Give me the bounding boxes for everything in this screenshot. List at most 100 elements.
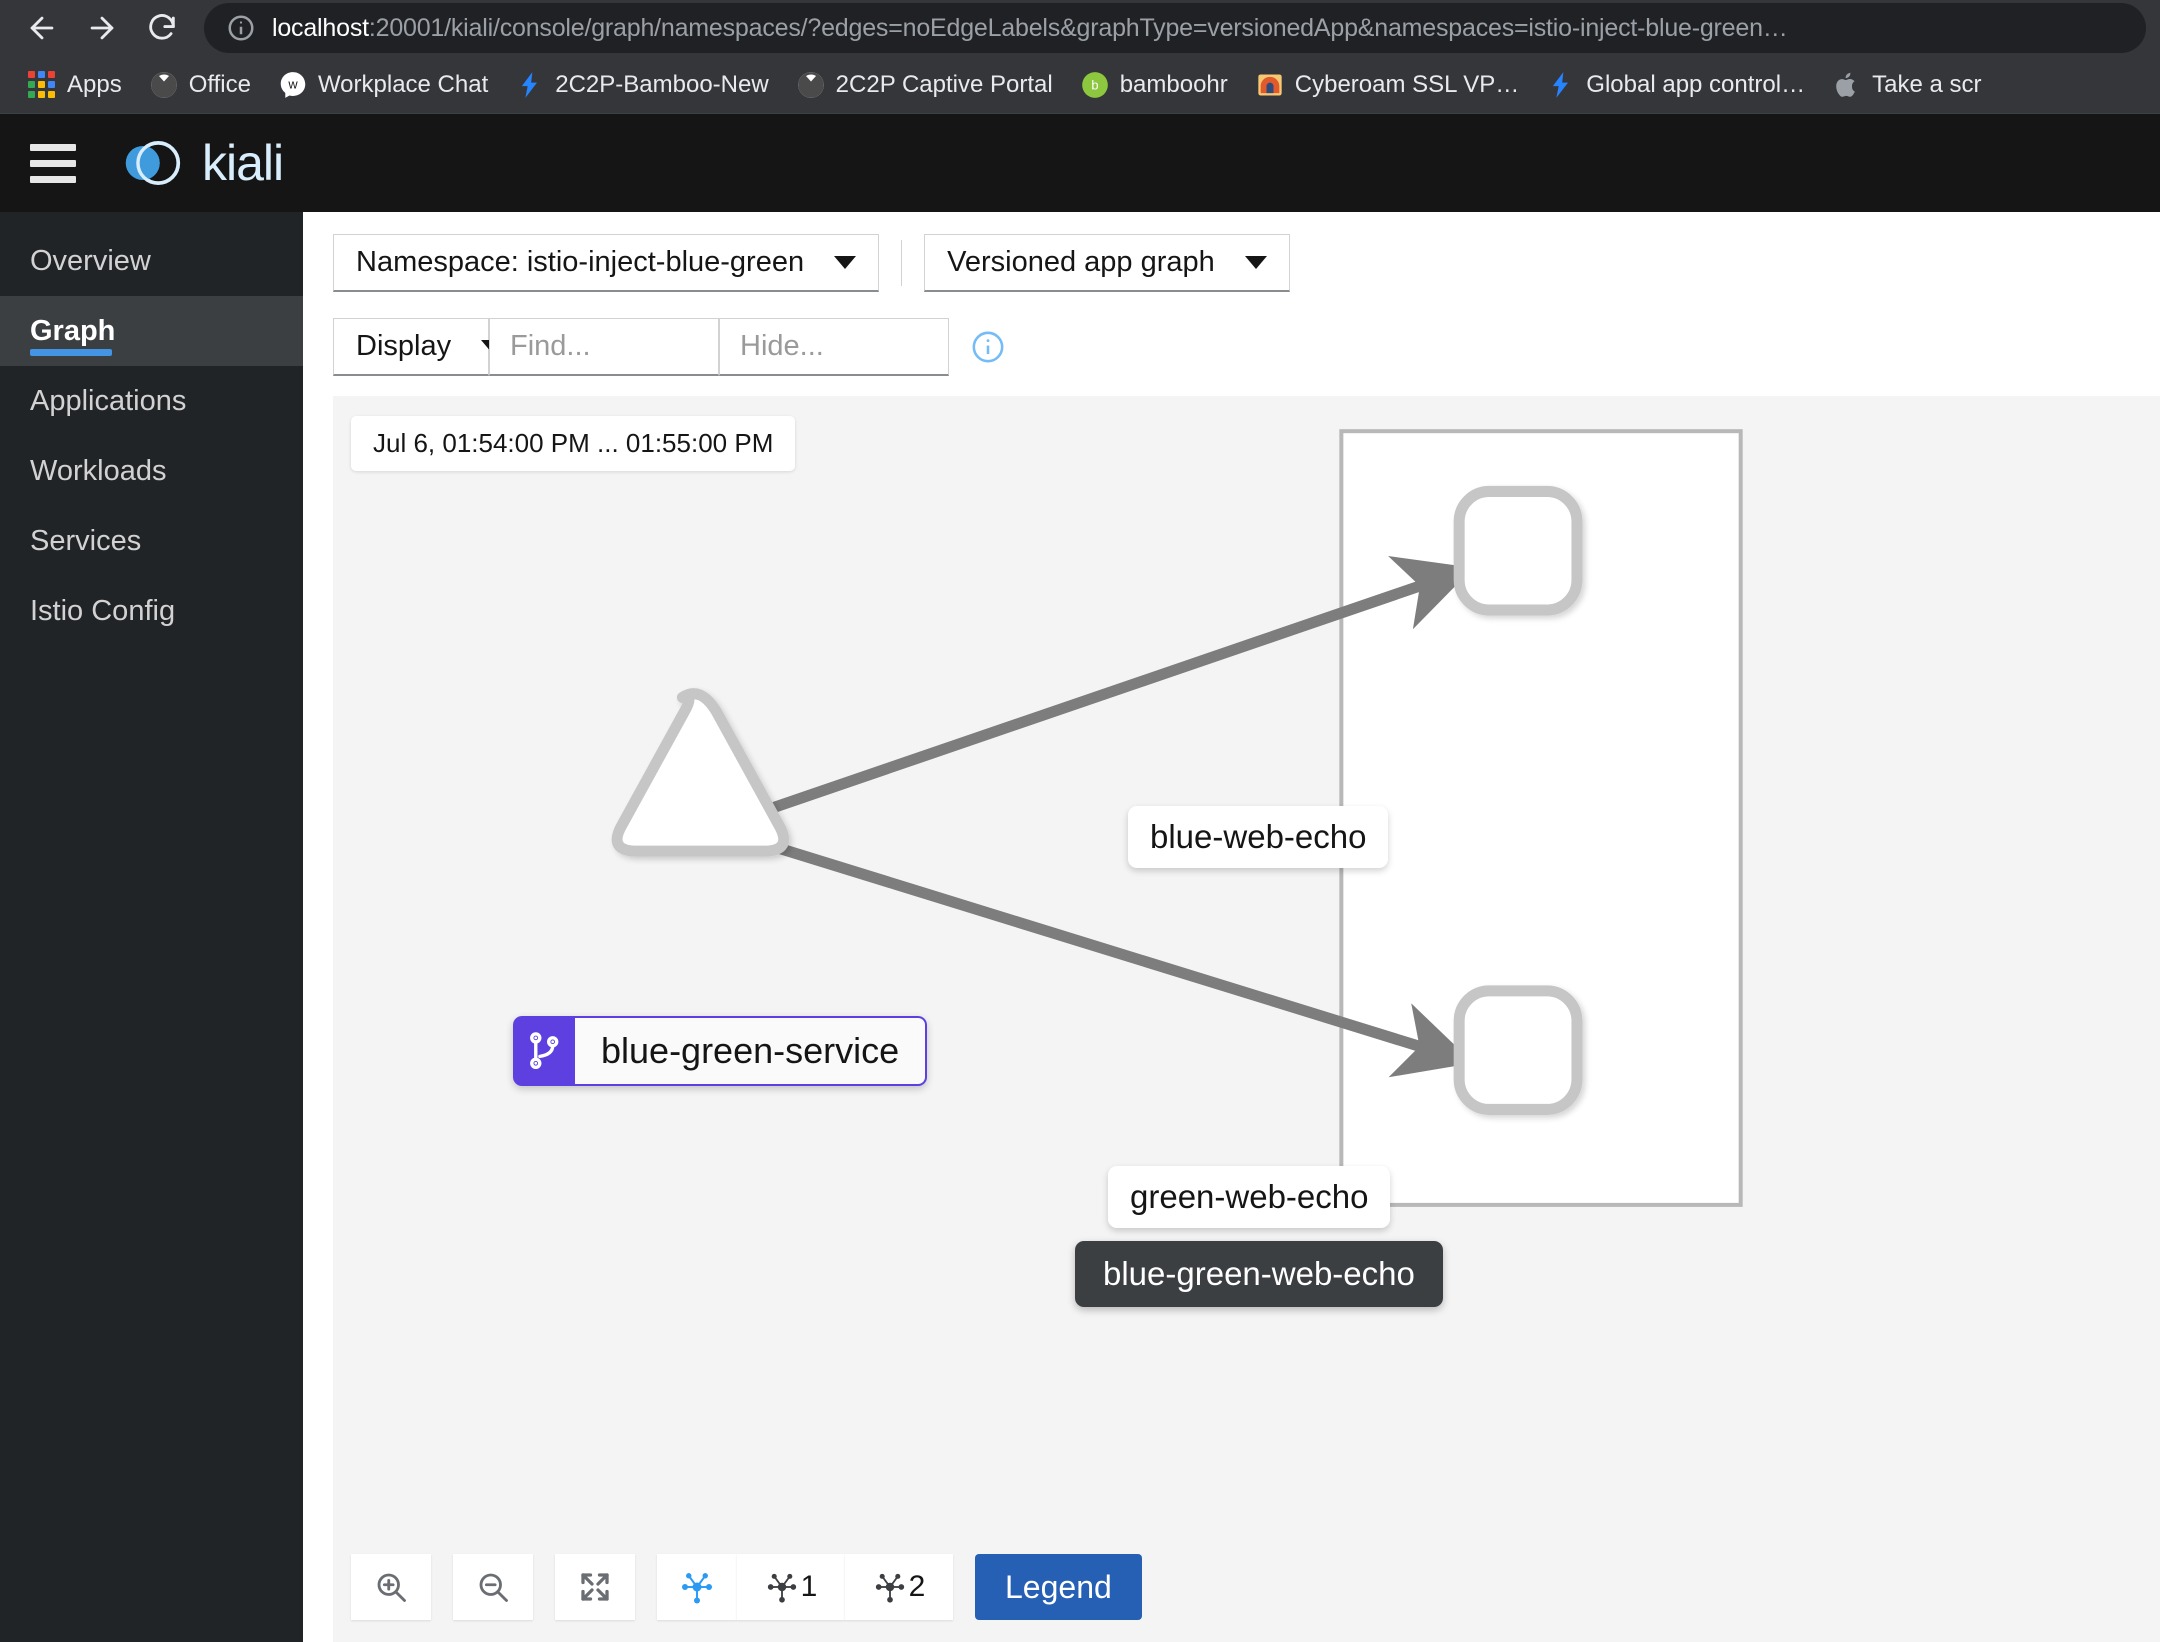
namespace-select-label: Namespace: istio-inject-blue-green <box>356 246 804 279</box>
layout-1-button[interactable]: 1 <box>737 1554 845 1620</box>
graph-type-select-label: Versioned app graph <box>947 246 1215 279</box>
graph-node-label-blue-green-service[interactable]: blue-green-service <box>513 1016 927 1086</box>
bookmark-label: 2C2P Captive Portal <box>836 71 1053 99</box>
bookmark-office[interactable]: Office <box>136 65 265 105</box>
sidebar-item-workloads[interactable]: Workloads <box>0 436 303 506</box>
fit-to-screen-button[interactable] <box>555 1554 635 1620</box>
hamburger-icon[interactable] <box>30 144 76 183</box>
sidebar-item-services[interactable]: Services <box>0 506 303 576</box>
bookmark-cyberoam-ssl-vpn[interactable]: Cyberoam SSL VP… <box>1242 65 1534 105</box>
bookmark-label: Cyberoam SSL VP… <box>1295 71 1520 99</box>
sidebar-item-applications[interactable]: Applications <box>0 366 303 436</box>
bookmark-label: Global app control… <box>1586 71 1805 99</box>
page-body: Overview Graph Applications Workloads Se… <box>0 212 2160 1642</box>
zoom-out-icon <box>475 1569 511 1605</box>
find-input-wrap[interactable] <box>489 318 719 376</box>
hide-input[interactable] <box>740 330 928 363</box>
graph-canvas[interactable]: Jul 6, 01:54:00 PM ... 01:55:00 PM <box>333 396 2160 1642</box>
reload-icon[interactable] <box>134 4 190 52</box>
url-text: localhost:20001/kiali/console/graph/name… <box>272 14 1788 43</box>
hide-input-wrap[interactable] <box>719 318 949 376</box>
url-host: localhost <box>272 14 369 42</box>
browser-chrome: localhost:20001/kiali/console/graph/name… <box>0 0 2160 114</box>
sidebar: Overview Graph Applications Workloads Se… <box>0 212 303 1642</box>
graph-layout-icon <box>679 1569 715 1605</box>
graph-layout-icon <box>873 1570 907 1604</box>
code-branch-icon <box>515 1018 575 1084</box>
toolbar-divider <box>901 240 902 286</box>
sidebar-item-label: Services <box>30 525 141 558</box>
layout-2-label: 2 <box>909 1570 926 1604</box>
legend-button[interactable]: Legend <box>975 1554 1142 1620</box>
brand[interactable]: kiali <box>118 129 283 197</box>
workplace-icon: w <box>279 71 307 99</box>
layout-default-button[interactable] <box>657 1554 737 1620</box>
apple-icon <box>1833 71 1861 99</box>
graph-layout-icon <box>765 1570 799 1604</box>
back-arrow-icon[interactable] <box>14 4 70 52</box>
bookmark-label: Take a scr <box>1872 71 1981 99</box>
bookmark-2c2p-bamboo-new[interactable]: 2C2P-Bamboo-New <box>502 65 782 105</box>
sidebar-item-label: Applications <box>30 385 186 418</box>
bookmark-apps[interactable]: Apps <box>14 65 136 105</box>
display-select-label: Display <box>356 330 451 363</box>
graph-node-blue-web-echo-shape[interactable] <box>1459 491 1577 610</box>
bookmark-2c2p-captive-portal[interactable]: 2C2P Captive Portal <box>783 65 1067 105</box>
bookmark-label: bamboohr <box>1120 71 1228 99</box>
graph-zoom-group <box>351 1554 657 1620</box>
namespace-box-label: blue-green-web-echo <box>1075 1241 1443 1307</box>
sidebar-item-graph[interactable]: Graph <box>0 296 303 366</box>
sidebar-item-label: Workloads <box>30 455 166 488</box>
find-input[interactable] <box>510 330 698 363</box>
graph-controls-row-secondary: Display <box>333 318 2130 376</box>
display-select[interactable]: Display <box>333 318 489 376</box>
cyberoam-icon <box>1256 71 1284 99</box>
bookmark-global-app-control[interactable]: Global app control… <box>1533 65 1819 105</box>
zoom-in-button[interactable] <box>351 1554 431 1620</box>
sidebar-item-label: Istio Config <box>30 595 175 628</box>
info-circle-icon[interactable] <box>971 330 1005 364</box>
apps-grid-icon <box>28 71 56 99</box>
graph-toolbar: 1 2 Legend <box>351 1554 1142 1620</box>
layout-1-label: 1 <box>801 1570 818 1604</box>
address-bar[interactable]: localhost:20001/kiali/console/graph/name… <box>204 3 2146 53</box>
service-node-label: blue-green-service <box>575 1018 925 1084</box>
graph-node-green-web-echo-shape[interactable] <box>1459 991 1577 1110</box>
bookmark-label: Office <box>189 71 251 99</box>
chevron-down-icon <box>834 256 856 269</box>
bamboo-icon <box>1547 71 1575 99</box>
app-masthead: kiali <box>0 114 2160 212</box>
bookmark-take-a-screenshot[interactable]: Take a scr <box>1819 65 1995 105</box>
sidebar-item-label: Graph <box>30 315 115 348</box>
kiali-logo-icon <box>118 129 186 197</box>
main-content: Namespace: istio-inject-blue-green Versi… <box>303 212 2160 1642</box>
graph-node-label-blue-web-echo[interactable]: blue-web-echo <box>1128 806 1388 868</box>
sidebar-item-label: Overview <box>30 245 151 278</box>
graph-node-service-shape[interactable] <box>617 694 784 852</box>
bookmark-workplace-chat[interactable]: w Workplace Chat <box>265 65 502 105</box>
svg-text:w: w <box>287 76 298 91</box>
zoom-in-icon <box>373 1569 409 1605</box>
graph-layout-group: 1 2 <box>657 1554 953 1620</box>
forward-arrow-icon[interactable] <box>74 4 130 52</box>
sidebar-item-istio-config[interactable]: Istio Config <box>0 576 303 646</box>
bookmark-label: 2C2P-Bamboo-New <box>555 71 768 99</box>
bookmarks-bar: Apps Office w Workplace Chat 2C2P-Bamboo… <box>0 56 2160 114</box>
graph-type-select[interactable]: Versioned app graph <box>924 234 1290 292</box>
bookmark-label: Apps <box>67 71 122 99</box>
bamboohr-icon: b <box>1081 71 1109 99</box>
graph-controls: Namespace: istio-inject-blue-green Versi… <box>303 212 2160 376</box>
browser-toolbar: localhost:20001/kiali/console/graph/name… <box>0 0 2160 56</box>
site-info-icon[interactable] <box>226 13 256 43</box>
bookmark-bamboohr[interactable]: b bamboohr <box>1067 65 1242 105</box>
chevron-down-icon <box>1245 256 1267 269</box>
graph-node-label-green-web-echo[interactable]: green-web-echo <box>1108 1166 1390 1228</box>
globe-icon <box>797 71 825 99</box>
layout-2-button[interactable]: 2 <box>845 1554 953 1620</box>
url-path: :20001/kiali/console/graph/namespaces/?e… <box>369 14 1788 42</box>
sidebar-item-overview[interactable]: Overview <box>0 226 303 296</box>
graph-controls-row-primary: Namespace: istio-inject-blue-green Versi… <box>333 234 2130 292</box>
zoom-out-button[interactable] <box>453 1554 533 1620</box>
bookmark-label: Workplace Chat <box>318 71 488 99</box>
namespace-select[interactable]: Namespace: istio-inject-blue-green <box>333 234 879 292</box>
